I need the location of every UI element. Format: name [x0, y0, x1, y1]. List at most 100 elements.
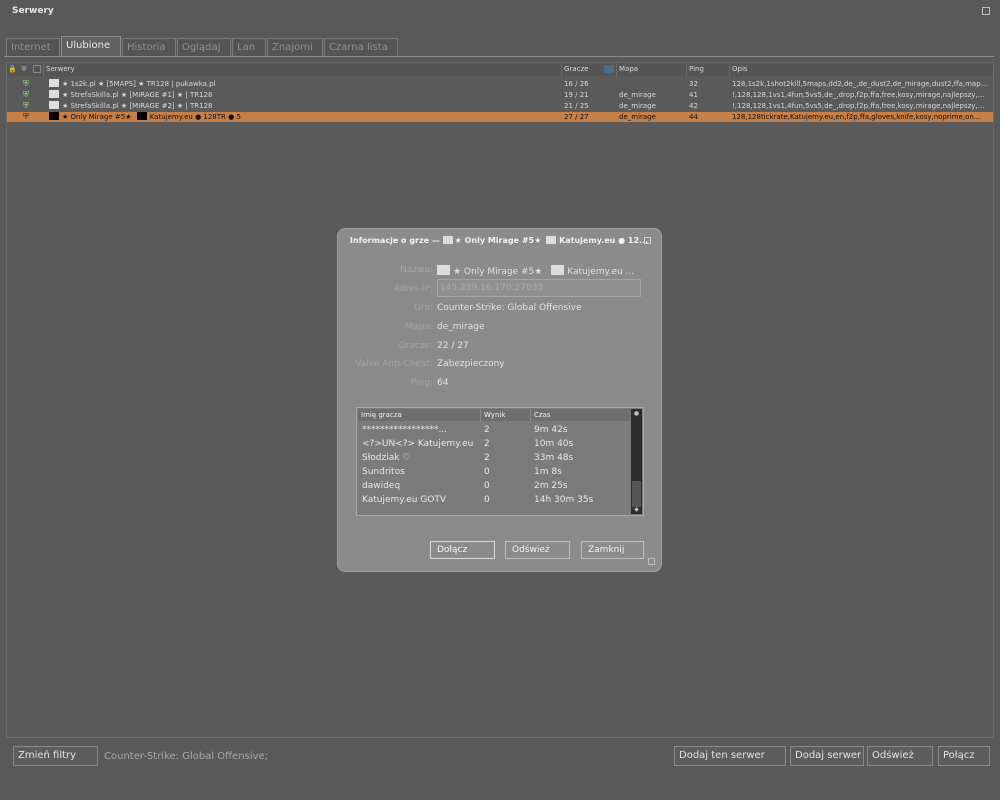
server-ping: 41: [689, 91, 698, 99]
player-row: *****************... 2 9m 42s: [358, 423, 630, 437]
tab-friends[interactable]: Znajomi: [267, 38, 323, 56]
server-map: de_mirage: [619, 91, 656, 99]
secure-shield-icon: ⛨: [23, 79, 29, 88]
refresh-button[interactable]: Odśwież: [867, 746, 933, 766]
player-name: Katujemy.eu GOTV: [362, 495, 447, 505]
server-name-suffix: Katujemy.eu ● 128TR ● 5: [149, 113, 241, 121]
column-servers[interactable]: Serwery: [43, 63, 561, 76]
server-flag-icon: [442, 236, 453, 244]
server-description: !,128,128,1vs1,4fun,5vs5,de_,drop,f2p,ff…: [732, 102, 985, 110]
player-time: 10m 40s: [534, 439, 574, 449]
secure-shield-icon: ⛨: [23, 90, 29, 99]
server-row[interactable]: ⛨ ★ StrefaSkilla.pl ★ [MIRAGE #2] ★ | TR…: [7, 101, 993, 111]
player-score: 2: [484, 425, 490, 435]
server-ping: 42: [689, 102, 698, 110]
server-row[interactable]: ⛨ ★ 1s2k.pl ★ [5MAPS] ★ TR128 | pukawka.…: [7, 79, 993, 89]
label-map: Mapa:: [405, 322, 433, 332]
server-flag-icon: [551, 265, 565, 275]
server-map: de_mirage: [619, 113, 656, 121]
server-name: ★ 1s2k.pl ★ [5MAPS] ★ TR128 | pukawka.pl: [62, 80, 216, 88]
label-name: Nazwa:: [400, 265, 433, 275]
column-time[interactable]: Czas: [530, 409, 630, 421]
tab-history[interactable]: Historia: [122, 38, 176, 56]
tab-internet[interactable]: Internet: [6, 38, 60, 56]
add-this-server-button[interactable]: Dodaj ten serwer: [674, 746, 786, 766]
secure-shield-icon: ⛨: [23, 101, 29, 110]
window-title: Serwery: [12, 6, 54, 16]
game-info-dialog: Informacje o grze — ★ Only Mirage #5★ Ka…: [337, 228, 662, 572]
value-vac: Zabezpieczony: [437, 359, 505, 369]
player-score: 0: [484, 467, 490, 477]
connect-button[interactable]: Połącz: [938, 746, 990, 766]
secure-column-icon[interactable]: ⛨: [20, 65, 28, 73]
label-vac: Valve Anti-Cheat:: [355, 359, 433, 369]
column-players[interactable]: Gracze: [561, 63, 601, 76]
server-flag-icon: [136, 112, 147, 120]
ip-address-field[interactable]: 145.239.16.170:27035: [437, 279, 641, 297]
secure-shield-icon: ⛨: [23, 112, 29, 121]
server-flag-icon: [546, 236, 557, 244]
player-list-header: Imię gracza Wynik Czas: [358, 409, 630, 421]
player-score: 0: [484, 495, 490, 505]
join-button[interactable]: Dołącz: [430, 541, 495, 559]
player-name: <?>UN<?> Katujemy.eu: [362, 439, 474, 449]
server-players: 21 / 25: [564, 102, 589, 110]
player-time: 9m 42s: [534, 425, 568, 435]
scroll-up-icon[interactable]: ●: [631, 409, 642, 418]
server-name: ★ StrefaSkilla.pl ★ [MIRAGE #2] ★ | TR12…: [62, 102, 213, 110]
server-players: 16 / 26: [564, 80, 589, 88]
tab-spectate[interactable]: Oglądaj: [177, 38, 231, 56]
player-time: 14h 30m 35s: [534, 495, 594, 505]
replay-column-icon[interactable]: [33, 65, 41, 73]
column-ping[interactable]: Ping: [686, 63, 732, 76]
add-server-button[interactable]: Dodaj serwer: [790, 746, 864, 766]
player-list-scrollbar[interactable]: ● ◆: [631, 409, 642, 514]
server-list-header: 🔒 ⛨ Serwery Gracze Mapa Ping Opis: [7, 63, 993, 76]
server-description: !,128,128,1vs1,4fun,5vs5,de_,drop,f2p,ff…: [732, 91, 985, 99]
dialog-close-button[interactable]: Zamknij: [581, 541, 644, 559]
player-time: 1m 8s: [534, 467, 562, 477]
server-description: 128,1s2k,1shot2kill,5maps,dd2,de_,de_dus…: [732, 80, 988, 88]
value-map: de_mirage: [437, 322, 485, 332]
tab-divider: [4, 56, 994, 57]
bots-column-icon[interactable]: [604, 65, 614, 73]
window-close-icon[interactable]: [982, 7, 990, 15]
column-player-name[interactable]: Imię gracza: [358, 409, 480, 421]
player-time: 2m 25s: [534, 481, 568, 491]
change-filters-button[interactable]: Zmień filtry: [13, 746, 98, 766]
column-map[interactable]: Mapa: [616, 63, 686, 76]
tab-lan[interactable]: Lan: [232, 38, 266, 56]
player-name: dawideq: [362, 481, 401, 491]
player-score: 2: [484, 439, 490, 449]
dialog-close-icon[interactable]: [644, 237, 651, 244]
tab-blacklist[interactable]: Czarna lista: [324, 38, 398, 56]
player-score: 2: [484, 453, 490, 463]
tab-favorites[interactable]: Ulubione: [61, 36, 121, 56]
player-row: Słodziak ♡ 2 33m 48s: [358, 451, 630, 465]
server-flag-icon: [49, 112, 59, 120]
server-flag-icon: [49, 90, 59, 98]
password-column-icon[interactable]: 🔒: [8, 65, 17, 73]
label-ip: Adres IP:: [393, 284, 433, 294]
value-name: ★ Only Mirage #5★ Katujemy.eu ...: [437, 265, 634, 277]
server-description: 128,128tickrate,Katujemy.eu,en,f2p,ffa,g…: [732, 113, 981, 121]
scroll-down-icon[interactable]: ◆: [631, 505, 642, 514]
server-row[interactable]: ⛨ ★ StrefaSkilla.pl ★ [MIRAGE #1] ★ | TR…: [7, 90, 993, 100]
dialog-refresh-button[interactable]: Odśwież: [505, 541, 570, 559]
server-map: [619, 79, 685, 89]
label-game: Gra:: [413, 303, 433, 313]
player-list: Imię gracza Wynik Czas *****************…: [356, 407, 644, 516]
player-row: <?>UN<?> Katujemy.eu 2 10m 40s: [358, 437, 630, 451]
resize-grip-icon[interactable]: [648, 558, 655, 565]
scroll-thumb[interactable]: [632, 481, 641, 507]
server-map: de_mirage: [619, 102, 656, 110]
label-ping: Ping:: [410, 378, 433, 388]
player-score: 0: [484, 481, 490, 491]
column-description[interactable]: Opis: [729, 63, 993, 76]
player-name: Słodziak ♡: [362, 453, 411, 463]
column-score[interactable]: Wynik: [480, 409, 530, 421]
player-time: 33m 48s: [534, 453, 574, 463]
server-flag-icon: [437, 265, 450, 275]
player-row: dawideq 0 2m 25s: [358, 479, 630, 493]
server-row-selected[interactable]: ⛨ ★ Only Mirage #5★ Katujemy.eu ● 128TR …: [7, 112, 993, 122]
